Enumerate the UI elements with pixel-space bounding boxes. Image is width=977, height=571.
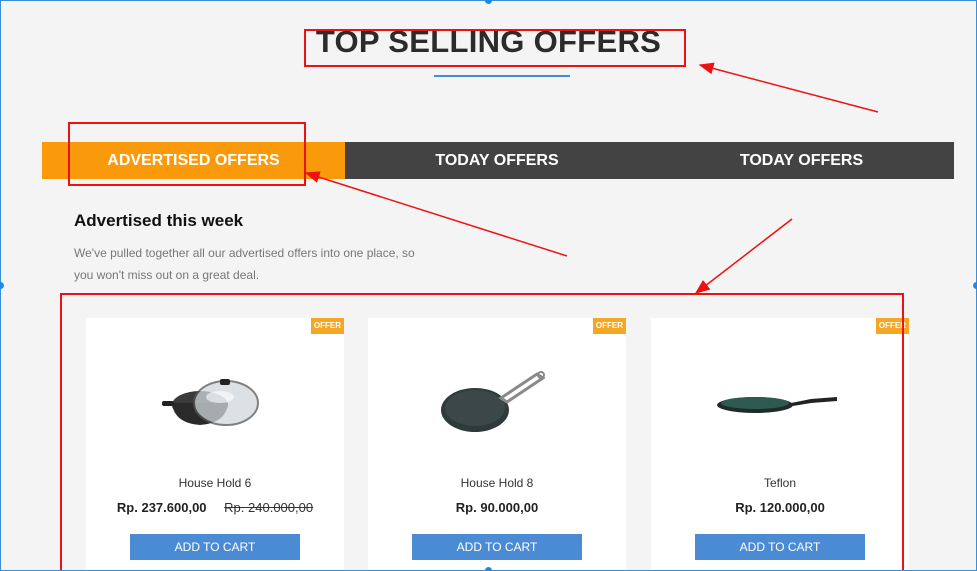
tab-today-offers-2[interactable]: TODAY OFFERS (649, 142, 954, 179)
tab-advertised-offers[interactable]: ADVERTISED OFFERS (42, 142, 345, 179)
product-name[interactable]: Teflon (651, 476, 909, 490)
add-to-cart-button[interactable]: ADD TO CART (695, 534, 865, 560)
section-description: We've pulled together all our advertised… (74, 246, 415, 282)
offer-tabs: ADVERTISED OFFERS TODAY OFFERS TODAY OFF… (42, 142, 954, 179)
product-name[interactable]: House Hold 6 (86, 476, 344, 490)
title-wrap: TOP SELLING OFFERS (0, 24, 977, 60)
flat-pan-icon[interactable] (651, 358, 909, 448)
resize-handle[interactable] (973, 282, 977, 289)
resize-handle[interactable] (0, 282, 4, 289)
product-name[interactable]: House Hold 8 (368, 476, 626, 490)
add-to-cart-button[interactable]: ADD TO CART (412, 534, 582, 560)
product-card[interactable]: OFFER House Hold 8 Rp. 90.000,00 ADD TO … (368, 318, 626, 571)
price-row: Rp. 237.600,00 Rp. 240.000,00 (86, 500, 344, 515)
price-row: Rp. 90.000,00 (368, 500, 626, 515)
product-card[interactable]: OFFER Teflon Rp. 120.000,00 ADD TO CART (651, 318, 909, 571)
add-to-cart-button[interactable]: ADD TO CART (130, 534, 300, 560)
kadai-pot-icon[interactable] (86, 358, 344, 448)
offer-badge: OFFER (592, 318, 626, 334)
product-old-price: Rp. 240.000,00 (224, 500, 314, 515)
tawa-pan-icon[interactable] (368, 358, 626, 448)
offer-badge: OFFER (875, 318, 909, 334)
resize-handle[interactable] (485, 567, 492, 571)
tab-today-offers[interactable]: TODAY OFFERS (345, 142, 649, 179)
title-underline (434, 75, 570, 77)
page-title: TOP SELLING OFFERS (315, 24, 662, 59)
section-title: Advertised this week (74, 211, 244, 230)
price-row: Rp. 120.000,00 (651, 500, 909, 515)
product-price: Rp. 120.000,00 (735, 500, 825, 515)
offer-badge: OFFER (310, 318, 344, 334)
product-price: Rp. 237.600,00 (116, 500, 207, 515)
product-card[interactable]: OFFER House Hold 6 Rp. 237.600,00 Rp. 24… (86, 318, 344, 571)
product-price: Rp. 90.000,00 (455, 500, 539, 515)
resize-handle[interactable] (485, 0, 492, 4)
